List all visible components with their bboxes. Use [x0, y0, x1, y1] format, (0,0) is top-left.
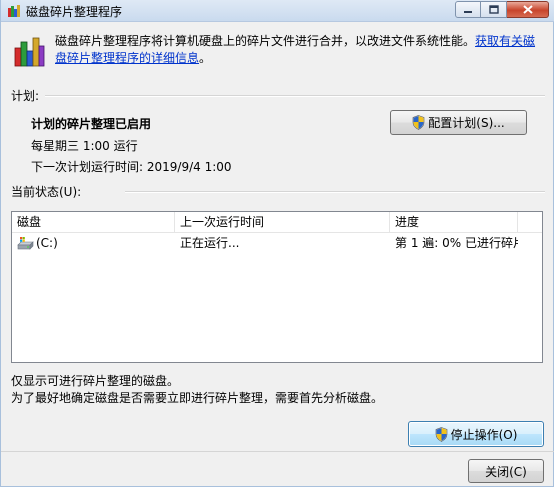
- hard-disk-icon: [17, 237, 34, 250]
- defrag-window: 磁盘碎片整理程序 磁盘碎片整理程序将计算机硬盘上的碎片文件进行合并，以改进文件系…: [0, 0, 554, 487]
- intro-description: 磁盘碎片整理程序将计算机硬盘上的碎片文件进行合并，以改进文件系统性能。: [55, 34, 476, 48]
- maximize-button[interactable]: [481, 1, 507, 18]
- column-header-progress[interactable]: 进度: [390, 212, 518, 232]
- last-run-cell: 正在运行...: [180, 236, 240, 250]
- analyze-hint-note: 为了最好地确定磁盘是否需要立即进行碎片整理，需要首先分析磁盘。: [11, 391, 384, 405]
- disk-list[interactable]: 磁盘 上一次运行时间 进度 (C:) 正在运行... 第 1 遍: 0% 已进行…: [11, 211, 543, 363]
- schedule-status: 计划的碎片整理已启用: [31, 117, 152, 131]
- uac-shield-icon: [435, 426, 447, 442]
- current-status-label: 当前状态(U):: [11, 185, 82, 199]
- schedule-separator: [45, 95, 545, 97]
- uac-shield-icon: [412, 115, 425, 130]
- disk-name: (C:): [36, 236, 58, 250]
- window-controls: [455, 1, 549, 18]
- intro-suffix: 。: [199, 51, 212, 65]
- current-status-separator: [125, 191, 545, 193]
- column-header-disk[interactable]: 磁盘: [12, 212, 175, 232]
- maximize-icon: [488, 5, 499, 14]
- stop-operation-label: 停止操作(O): [450, 427, 518, 442]
- title-bar[interactable]: 磁盘碎片整理程序: [1, 0, 554, 22]
- progress-cell: 第 1 遍: 0% 已进行碎片...: [395, 236, 518, 250]
- eligible-disks-note: 仅显示可进行碎片整理的磁盘。: [11, 374, 180, 388]
- disk-list-header: 磁盘 上一次运行时间 进度: [12, 212, 542, 233]
- configure-schedule-label: 配置计划(S)...: [428, 116, 505, 130]
- defrag-app-icon: [8, 5, 20, 17]
- minimize-icon: [464, 10, 472, 13]
- schedule-frequency: 每星期三 1:00 运行: [31, 139, 138, 153]
- disk-cell: (C:): [12, 233, 175, 253]
- defrag-header-icon: [14, 37, 45, 67]
- intro-text: 磁盘碎片整理程序将计算机硬盘上的碎片文件进行合并，以改进文件系统性能。获取有关磁…: [55, 33, 543, 67]
- footer-separator: [1, 451, 554, 452]
- minimize-button[interactable]: [455, 1, 481, 18]
- schedule-label: 计划:: [11, 89, 40, 103]
- window-title: 磁盘碎片整理程序: [26, 5, 123, 19]
- close-button[interactable]: 关闭(C): [468, 459, 544, 483]
- column-header-last-run[interactable]: 上一次运行时间: [175, 212, 390, 232]
- table-row[interactable]: (C:) 正在运行... 第 1 遍: 0% 已进行碎片...: [12, 233, 542, 253]
- close-window-button[interactable]: [507, 1, 549, 18]
- schedule-next-run: 下一次计划运行时间: 2019/9/4 1:00: [31, 160, 232, 174]
- configure-schedule-button[interactable]: 配置计划(S)...: [390, 110, 527, 135]
- stop-operation-button[interactable]: 停止操作(O): [408, 421, 544, 447]
- close-icon: [522, 5, 533, 14]
